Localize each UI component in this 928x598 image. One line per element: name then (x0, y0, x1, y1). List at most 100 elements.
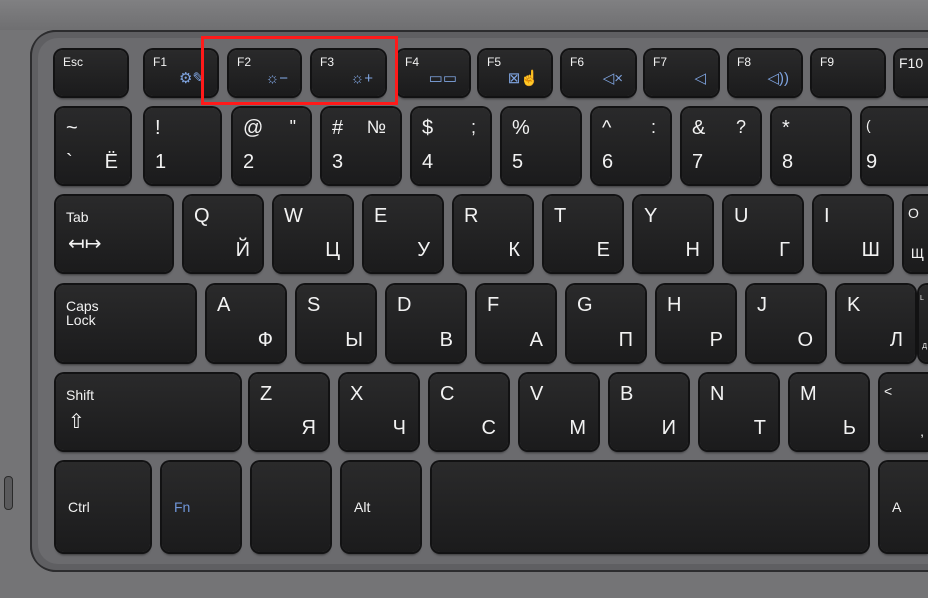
key-q[interactable]: QЙ (184, 196, 262, 272)
key-label: ! (155, 117, 161, 139)
key-f[interactable]: FА (477, 285, 555, 362)
key-f6[interactable]: F6 ◁× (562, 50, 635, 96)
key-label: Ё (104, 151, 118, 173)
key-space[interactable] (432, 462, 868, 552)
key-m[interactable]: MЬ (790, 374, 868, 450)
key-caps-lock[interactable]: Caps Lock (56, 285, 195, 362)
key-label: № (366, 117, 386, 137)
key-label: 7 (692, 151, 704, 173)
key-label: & (692, 117, 706, 139)
side-indicator (4, 476, 13, 510)
key-label: E (374, 205, 388, 227)
key-label: F10 (899, 55, 924, 71)
key-label: С (481, 417, 496, 439)
key-b[interactable]: BИ (610, 374, 688, 450)
key-label: M (800, 383, 817, 405)
key-label: ~ (66, 117, 78, 139)
key-label: Ctrl (68, 499, 90, 515)
key-*[interactable]: * 8 (772, 108, 850, 184)
key-label: F6 (570, 55, 585, 69)
key-f4[interactable]: F4 ▭▭ (397, 50, 469, 96)
key-label: Е (596, 239, 610, 261)
key-label: S (307, 294, 321, 316)
key-tab[interactable]: Tab ↤↦ (56, 196, 172, 272)
key-label: ? (735, 117, 746, 137)
key-&[interactable]: &? 7 (682, 108, 760, 184)
key-f9[interactable]: F9 (812, 50, 884, 96)
key-$[interactable]: $; 4 (412, 108, 490, 184)
key-h[interactable]: HР (657, 285, 735, 362)
key-blank[interactable] (252, 462, 330, 552)
key-label: Caps Lock (66, 298, 99, 328)
key-label: Esc (63, 55, 84, 69)
key-j[interactable]: JО (747, 285, 825, 362)
key-label: Д (922, 343, 927, 350)
key-label: R (464, 205, 479, 227)
key-label: 6 (602, 151, 614, 173)
key-~[interactable]: ~ ` Ё (56, 108, 130, 184)
key-label: Й (235, 239, 250, 261)
key-g[interactable]: GП (567, 285, 645, 362)
key-y[interactable]: YН (634, 196, 712, 272)
key-label: П (618, 329, 633, 351)
key-a[interactable]: AФ (207, 285, 285, 362)
mute-icon: ◁× (602, 70, 623, 87)
key-shift[interactable]: Shift ⇧ (56, 374, 240, 450)
key-![interactable]: ! 1 (145, 108, 220, 184)
key-ctrl[interactable]: Ctrl (56, 462, 150, 552)
key-label: F8 (737, 55, 752, 69)
volume-down-icon: ◁ (694, 70, 706, 87)
key-#[interactable]: # № 3 (322, 108, 400, 184)
key-label: A (892, 499, 902, 515)
key-label: D (397, 294, 412, 316)
key-label: Fn (174, 499, 191, 515)
key-label: К (508, 239, 520, 261)
key-f7[interactable]: F7 ◁ (645, 50, 718, 96)
key-l[interactable]: LД (919, 285, 928, 362)
key-label: ` (66, 151, 73, 173)
key-label: F4 (405, 55, 420, 69)
key-esc[interactable]: Esc (55, 50, 127, 96)
key-d[interactable]: DВ (387, 285, 465, 362)
key-c[interactable]: CС (430, 374, 508, 450)
key-label: F9 (820, 55, 835, 69)
key-s[interactable]: SЫ (297, 285, 375, 362)
key-a[interactable]: A (880, 462, 928, 552)
key-([interactable]: (9 (862, 108, 928, 184)
key-label: ^ (602, 117, 612, 139)
key-label: Ш (861, 239, 880, 261)
key-label: 2 (243, 151, 255, 173)
key-label: F7 (653, 55, 668, 69)
key-label: Ы (345, 329, 363, 351)
key-label: 5 (512, 151, 524, 173)
key-i[interactable]: IШ (814, 196, 892, 272)
key-label: T (554, 205, 567, 227)
key-label: F1 (153, 55, 168, 69)
key-f5[interactable]: F5 ⊠☝ (479, 50, 551, 96)
key-v[interactable]: VМ (520, 374, 598, 450)
key-f10[interactable]: F10 (895, 50, 928, 96)
key-r[interactable]: RК (454, 196, 532, 272)
key-x[interactable]: XЧ (340, 374, 418, 450)
key-n[interactable]: NТ (700, 374, 778, 450)
key-<[interactable]: <, (880, 374, 928, 450)
key-fn[interactable]: Fn (162, 462, 240, 552)
key-label: * (782, 117, 790, 139)
key-e[interactable]: EУ (364, 196, 442, 272)
key-t[interactable]: TЕ (544, 196, 622, 272)
key-label: 8 (782, 151, 794, 173)
key-%[interactable]: % 5 (502, 108, 580, 184)
key-@[interactable]: @ " 2 (233, 108, 310, 184)
key-alt[interactable]: Alt (342, 462, 420, 552)
key-o[interactable]: OЩ (904, 196, 928, 272)
key-z[interactable]: ZЯ (250, 374, 328, 450)
key-w[interactable]: WЦ (274, 196, 352, 272)
key-k[interactable]: KЛ (837, 285, 915, 362)
key-label: Alt (354, 499, 371, 515)
key-label: J (757, 294, 767, 316)
key-^[interactable]: ^: 6 (592, 108, 670, 184)
key-label: Tab (66, 209, 89, 225)
key-u[interactable]: UГ (724, 196, 802, 272)
key-label: F (487, 294, 500, 316)
key-f8[interactable]: F8 ◁)) (729, 50, 801, 96)
